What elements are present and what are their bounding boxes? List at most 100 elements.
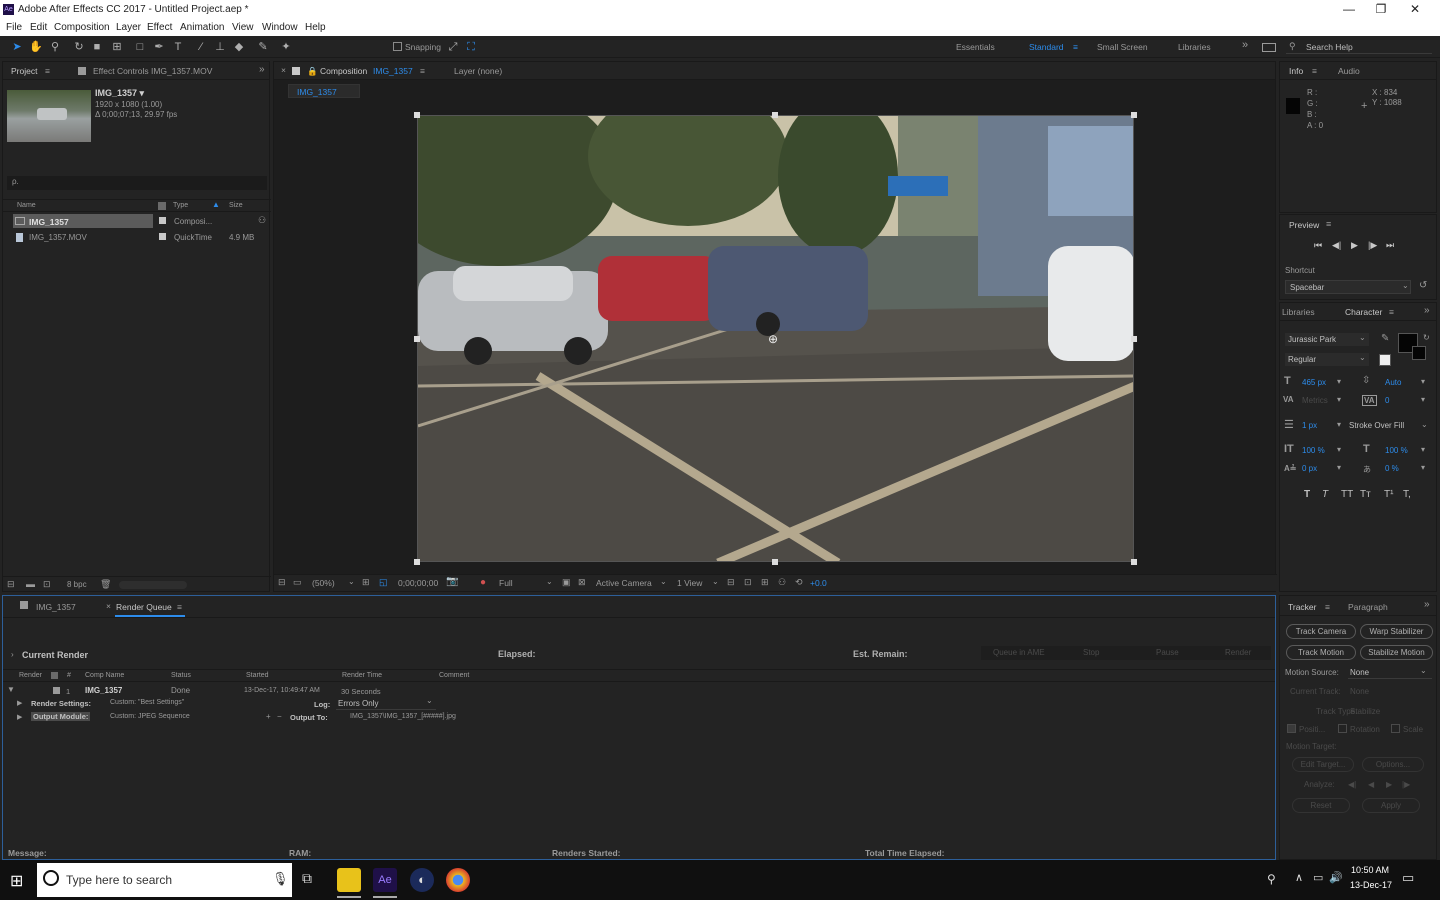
vertical-scale-value[interactable]: 100 % [1302,446,1325,455]
flowchart-icon[interactable]: ⚇ [778,577,786,588]
camera-tool-icon[interactable]: ■ [90,40,104,54]
col-number[interactable]: # [67,672,71,679]
zoom-tool-icon[interactable]: ⚲ [48,40,62,54]
tracking-value[interactable]: 0 [1385,396,1389,405]
font-family-dropdown[interactable]: Jurassic Park ⌄ [1285,333,1369,346]
tab-composition[interactable]: Composition [320,66,367,76]
kerning-value[interactable]: Metrics [1302,396,1328,405]
project-search-input[interactable]: ρ. [7,176,267,190]
add-output-icon[interactable]: + [266,712,271,721]
workspace-libraries[interactable]: Libraries [1178,42,1211,52]
edit-target-button[interactable]: Edit Target... [1292,757,1354,772]
panel-overflow-icon[interactable]: » [1424,599,1430,610]
chevron-down-icon[interactable]: ▾ [1421,395,1425,404]
snap-edges-icon[interactable]: ⤢ [446,40,460,54]
selection-tool-icon[interactable]: ➤ [10,40,24,54]
exposure-value[interactable]: +0.0 [810,578,827,588]
play-icon[interactable]: ▶ [1351,240,1358,251]
menu-composition[interactable]: Composition [54,22,110,33]
show-hidden-icons[interactable]: ∧ [1295,871,1303,884]
rectangle-tool-icon[interactable]: □ [133,40,147,54]
motion-source-dropdown[interactable]: None ⌄ [1348,666,1432,679]
stabilize-motion-button[interactable]: Stabilize Motion [1360,645,1433,660]
menu-effect[interactable]: Effect [147,22,172,33]
puppet-tool-icon[interactable]: ✦ [279,40,293,54]
chevron-down-icon[interactable]: ▾ [1337,463,1341,472]
horizontal-scale-value[interactable]: 100 % [1385,446,1408,455]
superscript-button[interactable]: T¹ [1384,489,1393,500]
transform-handle[interactable] [414,112,420,118]
analyze-forward-icon[interactable]: ▶ [1386,780,1392,789]
fast-previews-icon[interactable]: ⊡ [744,577,752,588]
clock-date[interactable]: 13-Dec-17 [1350,880,1392,890]
queue-in-ame-button[interactable]: Queue in AME [993,648,1045,657]
chevron-down-icon[interactable]: ⌄ [1421,420,1428,429]
rotate-tool-icon[interactable]: ↻ [72,40,86,54]
panel-overflow-icon[interactable]: » [259,64,265,75]
transform-handle[interactable] [1131,112,1137,118]
menu-layer[interactable]: Layer [116,22,141,33]
project-item-row[interactable]: IMG_1357 Composi... ⚇ [3,214,271,228]
scale-checkbox[interactable] [1391,724,1400,733]
tab-tracker[interactable]: Tracker [1288,602,1317,612]
transform-handle[interactable] [1131,336,1137,342]
output-to-value[interactable]: IMG_1357\IMG_1357_[#####].jpg [350,713,456,720]
previous-frame-icon[interactable]: ◀| [1332,240,1341,251]
col-comp-name[interactable]: Comp Name [85,672,124,679]
chevron-down-icon[interactable]: ⌄ [660,577,667,586]
col-size[interactable]: Size [229,202,243,209]
transparency-grid-icon[interactable]: ⊠ [578,577,586,588]
log-dropdown[interactable]: Errors Only ⌄ [336,696,436,710]
tab-composition-name[interactable]: IMG_1357 [373,66,413,76]
snapping-checkbox[interactable] [393,42,402,51]
chrome-icon[interactable] [446,868,470,892]
hand-tool-icon[interactable]: ✋ [29,40,43,54]
swap-colors-icon[interactable]: ↻ [1423,333,1430,342]
col-started[interactable]: Started [246,672,269,679]
tab-project[interactable]: Project [11,66,37,76]
col-render-time[interactable]: Render Time [342,672,382,679]
chevron-down-icon[interactable]: ▾ [1337,445,1341,454]
close-button[interactable]: ✕ [1400,2,1430,16]
chevron-right-icon[interactable]: › [11,650,14,659]
chevron-down-icon[interactable]: ▾ [1337,377,1341,386]
small-caps-button[interactable]: Tт [1360,489,1371,500]
tab-audio[interactable]: Audio [1338,66,1360,76]
stroke-width-value[interactable]: 1 px [1302,421,1317,430]
pen-tool-icon[interactable]: ✒ [152,40,166,54]
pause-button[interactable]: Pause [1156,648,1179,657]
task-view-icon[interactable]: ⧉ [302,870,312,887]
more-workspaces-icon[interactable]: » [1242,39,1248,51]
render-item-row[interactable]: ▼ 1 IMG_1357 Done 13-Dec-17, 10:49:47 AM… [3,685,1275,697]
type-tool-icon[interactable]: T [171,40,185,54]
transform-handle[interactable] [772,559,778,565]
output-module-value[interactable]: Custom: JPEG Sequence [110,713,190,720]
clone-stamp-tool-icon[interactable]: ⊥ [213,40,227,54]
tab-layer[interactable]: Layer (none) [454,66,502,76]
next-frame-icon[interactable]: |▶ [1368,240,1377,251]
eyedropper-icon[interactable]: ✎ [1381,333,1389,344]
chevron-down-icon[interactable]: ▾ [1337,395,1341,404]
stroke-color-swatch[interactable] [1412,346,1426,360]
tab-timeline-comp[interactable]: IMG_1357 [36,602,76,612]
file-explorer-icon[interactable] [337,868,361,892]
render-settings-value[interactable]: Custom: "Best Settings" [110,699,184,706]
preview-menu-icon[interactable]: ≡ [1326,219,1331,229]
col-type[interactable]: Type [173,202,188,209]
snapshot-icon[interactable]: 📷 [446,576,458,587]
trash-icon[interactable]: 🗑 [100,579,111,590]
taskbar-search-box[interactable]: Type here to search 🎙 [37,863,292,897]
reset-button[interactable]: Reset [1292,798,1350,813]
microphone-icon[interactable]: 🎙 [272,871,289,887]
workspace-standard[interactable]: Standard [1029,42,1064,52]
menu-view[interactable]: View [232,22,254,33]
roto-brush-tool-icon[interactable]: ✎ [256,40,270,54]
transform-handle[interactable] [414,559,420,565]
sort-ascending-icon[interactable]: ▲ [212,200,220,209]
new-composition-icon[interactable]: ⊡ [43,579,51,590]
monitor-icon[interactable]: ▭ [293,577,302,588]
maximize-button[interactable]: ❐ [1366,2,1396,16]
toggle-pixel-aspect-icon[interactable]: ⊟ [727,577,735,588]
col-render[interactable]: Render [19,672,42,679]
search-help-field[interactable]: ⚲ Search Help [1286,41,1432,54]
